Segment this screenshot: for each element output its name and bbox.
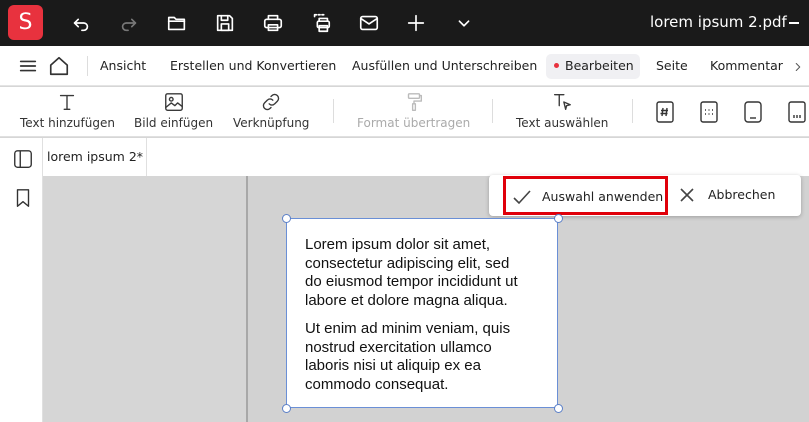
page-edge xyxy=(246,176,248,422)
link-label: Verknüpfung xyxy=(233,116,310,130)
insert-image-label: Bild einfügen xyxy=(134,116,214,130)
add-text-label: Text hinzufügen xyxy=(20,116,115,130)
chevron-right-icon[interactable] xyxy=(790,55,806,79)
chevron-down-icon[interactable] xyxy=(452,11,476,35)
text-paragraph-1: Lorem ipsum dolor sit amet, consectetur … xyxy=(305,236,543,310)
print-icon[interactable] xyxy=(261,11,285,35)
save-icon[interactable] xyxy=(213,11,237,35)
text-line: nostrud exercitation ullamco xyxy=(305,338,492,356)
text-line: labore et dolore magna aliqua. xyxy=(305,291,508,309)
resize-handle-top-left[interactable] xyxy=(282,214,291,223)
hamburger-menu-icon[interactable] xyxy=(16,54,40,78)
menu-erstellen-konvertieren[interactable]: Erstellen und Konvertieren xyxy=(170,58,336,73)
bookmark-icon[interactable] xyxy=(12,187,34,209)
checkmark-icon xyxy=(513,190,531,205)
toolbar-divider xyxy=(333,99,334,123)
bates-number-icon[interactable] xyxy=(786,99,808,125)
resize-handle-top-right[interactable] xyxy=(554,214,563,223)
apply-selection-label: Auswahl anwenden xyxy=(542,189,664,204)
text-icon xyxy=(60,94,75,111)
text-line: consectetur adipiscing elit, sed xyxy=(305,254,510,272)
text-line: Ut enim ad minim veniam, quis xyxy=(305,320,511,337)
format-painter-label: Format übertragen xyxy=(357,116,471,130)
menu-kommentar[interactable]: Kommentar xyxy=(710,58,783,73)
link-icon xyxy=(262,93,280,111)
cancel-button[interactable]: Abbrechen xyxy=(674,180,794,212)
header-footer-icon[interactable] xyxy=(698,99,720,125)
select-text-button[interactable]: Text auswählen xyxy=(516,91,608,130)
cancel-label: Abbrechen xyxy=(708,187,776,202)
format-painter-button[interactable]: Format übertragen xyxy=(357,91,470,130)
page-layout-icon[interactable] xyxy=(742,99,764,125)
document-title: lorem ipsum 2.pdf xyxy=(650,13,787,31)
panel-toggle-icon[interactable] xyxy=(12,148,34,170)
resize-handle-bottom-right[interactable] xyxy=(554,404,563,413)
home-icon[interactable] xyxy=(47,54,71,78)
menu-bar: Ansicht Erstellen und Konvertieren Ausfü… xyxy=(0,46,809,86)
link-button[interactable]: Verknüpfung xyxy=(233,91,309,130)
minimize-button[interactable] xyxy=(789,22,799,24)
text-line: do eiusmod tempor incididunt ut xyxy=(305,273,518,290)
redo-icon[interactable] xyxy=(117,11,141,35)
menu-ausfuellen-unterschreiben[interactable]: Ausfüllen und Unterschreiben xyxy=(352,58,537,73)
text-line: laboris nisi ut aliquip ex ea xyxy=(305,357,481,374)
text-paragraph-2: Ut enim ad minim veniam, quis nostrud ex… xyxy=(305,320,543,394)
plus-icon[interactable] xyxy=(404,11,428,35)
edit-toolbar: Text hinzufügen Bild einfügen Verknüpfun… xyxy=(0,87,809,137)
text-line: commodo consequat. xyxy=(305,375,449,393)
close-icon xyxy=(680,188,694,202)
left-sidebar xyxy=(0,138,43,422)
menu-divider xyxy=(87,56,88,76)
toolbar-divider xyxy=(492,99,493,123)
apply-selection-button[interactable]: Auswahl anwenden xyxy=(503,176,668,215)
select-text-label: Text auswählen xyxy=(516,116,609,130)
app-logo[interactable]: S xyxy=(8,5,43,40)
folder-icon[interactable] xyxy=(165,11,189,35)
scan-icon[interactable] xyxy=(309,11,333,35)
insert-image-button[interactable]: Bild einfügen xyxy=(134,91,213,130)
editable-text-box[interactable]: Lorem ipsum dolor sit amet, consectetur … xyxy=(286,218,558,408)
menu-seite[interactable]: Seite xyxy=(656,58,688,73)
menu-bearbeiten[interactable]: Bearbeiten xyxy=(565,58,634,73)
toolbar-divider xyxy=(632,99,633,123)
document-tab[interactable]: lorem ipsum 2* xyxy=(43,138,147,176)
text-line: Lorem ipsum dolor sit amet, xyxy=(305,236,491,253)
paint-roller-icon xyxy=(407,93,422,111)
title-bar: S lorem ipsum 2.pdf xyxy=(0,0,809,46)
add-text-button[interactable]: Text hinzufügen xyxy=(20,91,115,130)
document-tab-strip: lorem ipsum 2* xyxy=(43,138,809,176)
undo-icon[interactable] xyxy=(69,11,93,35)
page-number-icon[interactable] xyxy=(654,99,676,125)
text-cursor-icon xyxy=(554,93,572,111)
resize-handle-bottom-left[interactable] xyxy=(282,404,291,413)
menu-ansicht[interactable]: Ansicht xyxy=(100,58,146,73)
active-indicator-dot xyxy=(554,63,559,68)
image-icon xyxy=(164,93,183,111)
mail-icon[interactable] xyxy=(357,11,381,35)
